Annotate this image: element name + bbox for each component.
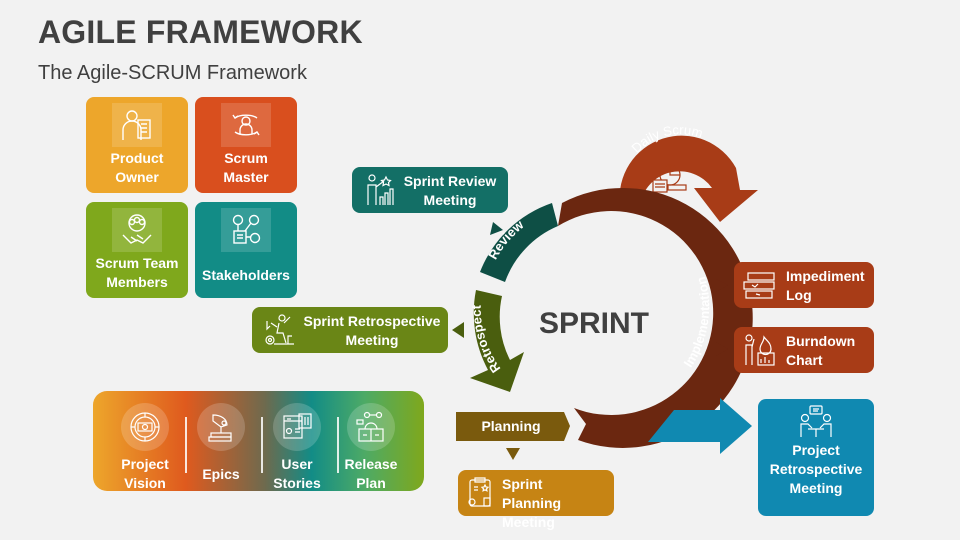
project-retrospective-label-line3: Meeting: [789, 480, 843, 496]
impediment-log-label-line2: Log: [786, 287, 812, 303]
burndown-chart-icon: [742, 333, 776, 372]
sprint-planning-label-line1: Sprint: [502, 476, 543, 492]
artifact-user-stories: User Stories: [259, 391, 335, 491]
project-retrospective-label-line1: Project: [792, 442, 840, 458]
project-vision-icon: [121, 403, 169, 451]
impediment-log-label-line1: Impediment: [786, 268, 865, 284]
artifact-release-plan: Release Plan: [333, 391, 409, 491]
planning-pointer: [506, 448, 520, 460]
artifact-label-line2: Plan: [356, 475, 386, 491]
sprint-planning-label-line3: Meeting: [502, 514, 555, 530]
impediment-log-box: Impediment Log: [734, 262, 874, 308]
project-retrospective-meeting-box: Project Retrospective Meeting: [758, 399, 874, 516]
project-retrospective-label-line2: Retrospective: [769, 461, 863, 477]
artifact-label-line1: Project: [121, 456, 169, 472]
artifacts-panel: Project Vision Epics User Stories Release P…: [93, 391, 424, 491]
review-arc: [480, 203, 558, 282]
artifact-label-line1: User: [281, 456, 313, 472]
artifact-epics: Epics: [183, 391, 259, 491]
sprint-planning-icon: [466, 476, 494, 515]
burndown-chart-label-line1: Burndown: [786, 333, 856, 349]
artifact-label-line1: Release: [344, 456, 398, 472]
burndown-chart-label-line2: Chart: [786, 352, 823, 368]
artifact-label-line2: Vision: [124, 475, 166, 491]
release-plan-icon: [347, 403, 395, 451]
meeting-discussion-icon: [798, 405, 834, 444]
sprint-planning-meeting-box: Sprint Planning Meeting: [458, 470, 614, 530]
user-stories-icon: [273, 403, 321, 451]
artifact-label: Epics: [202, 466, 240, 482]
sprint-planning-label-line2: Planning: [502, 495, 562, 511]
retrospective-pointer: [452, 322, 464, 338]
artifact-project-vision: Project Vision: [107, 391, 183, 491]
sprint-center-label: SPRINT: [539, 307, 649, 340]
epics-icon: [197, 403, 245, 451]
artifact-label-line2: Stories: [273, 475, 321, 491]
planning-label: Planning: [481, 418, 541, 434]
impediment-log-icon: [742, 270, 776, 305]
burndown-chart-box: Burndown Chart: [734, 327, 874, 373]
